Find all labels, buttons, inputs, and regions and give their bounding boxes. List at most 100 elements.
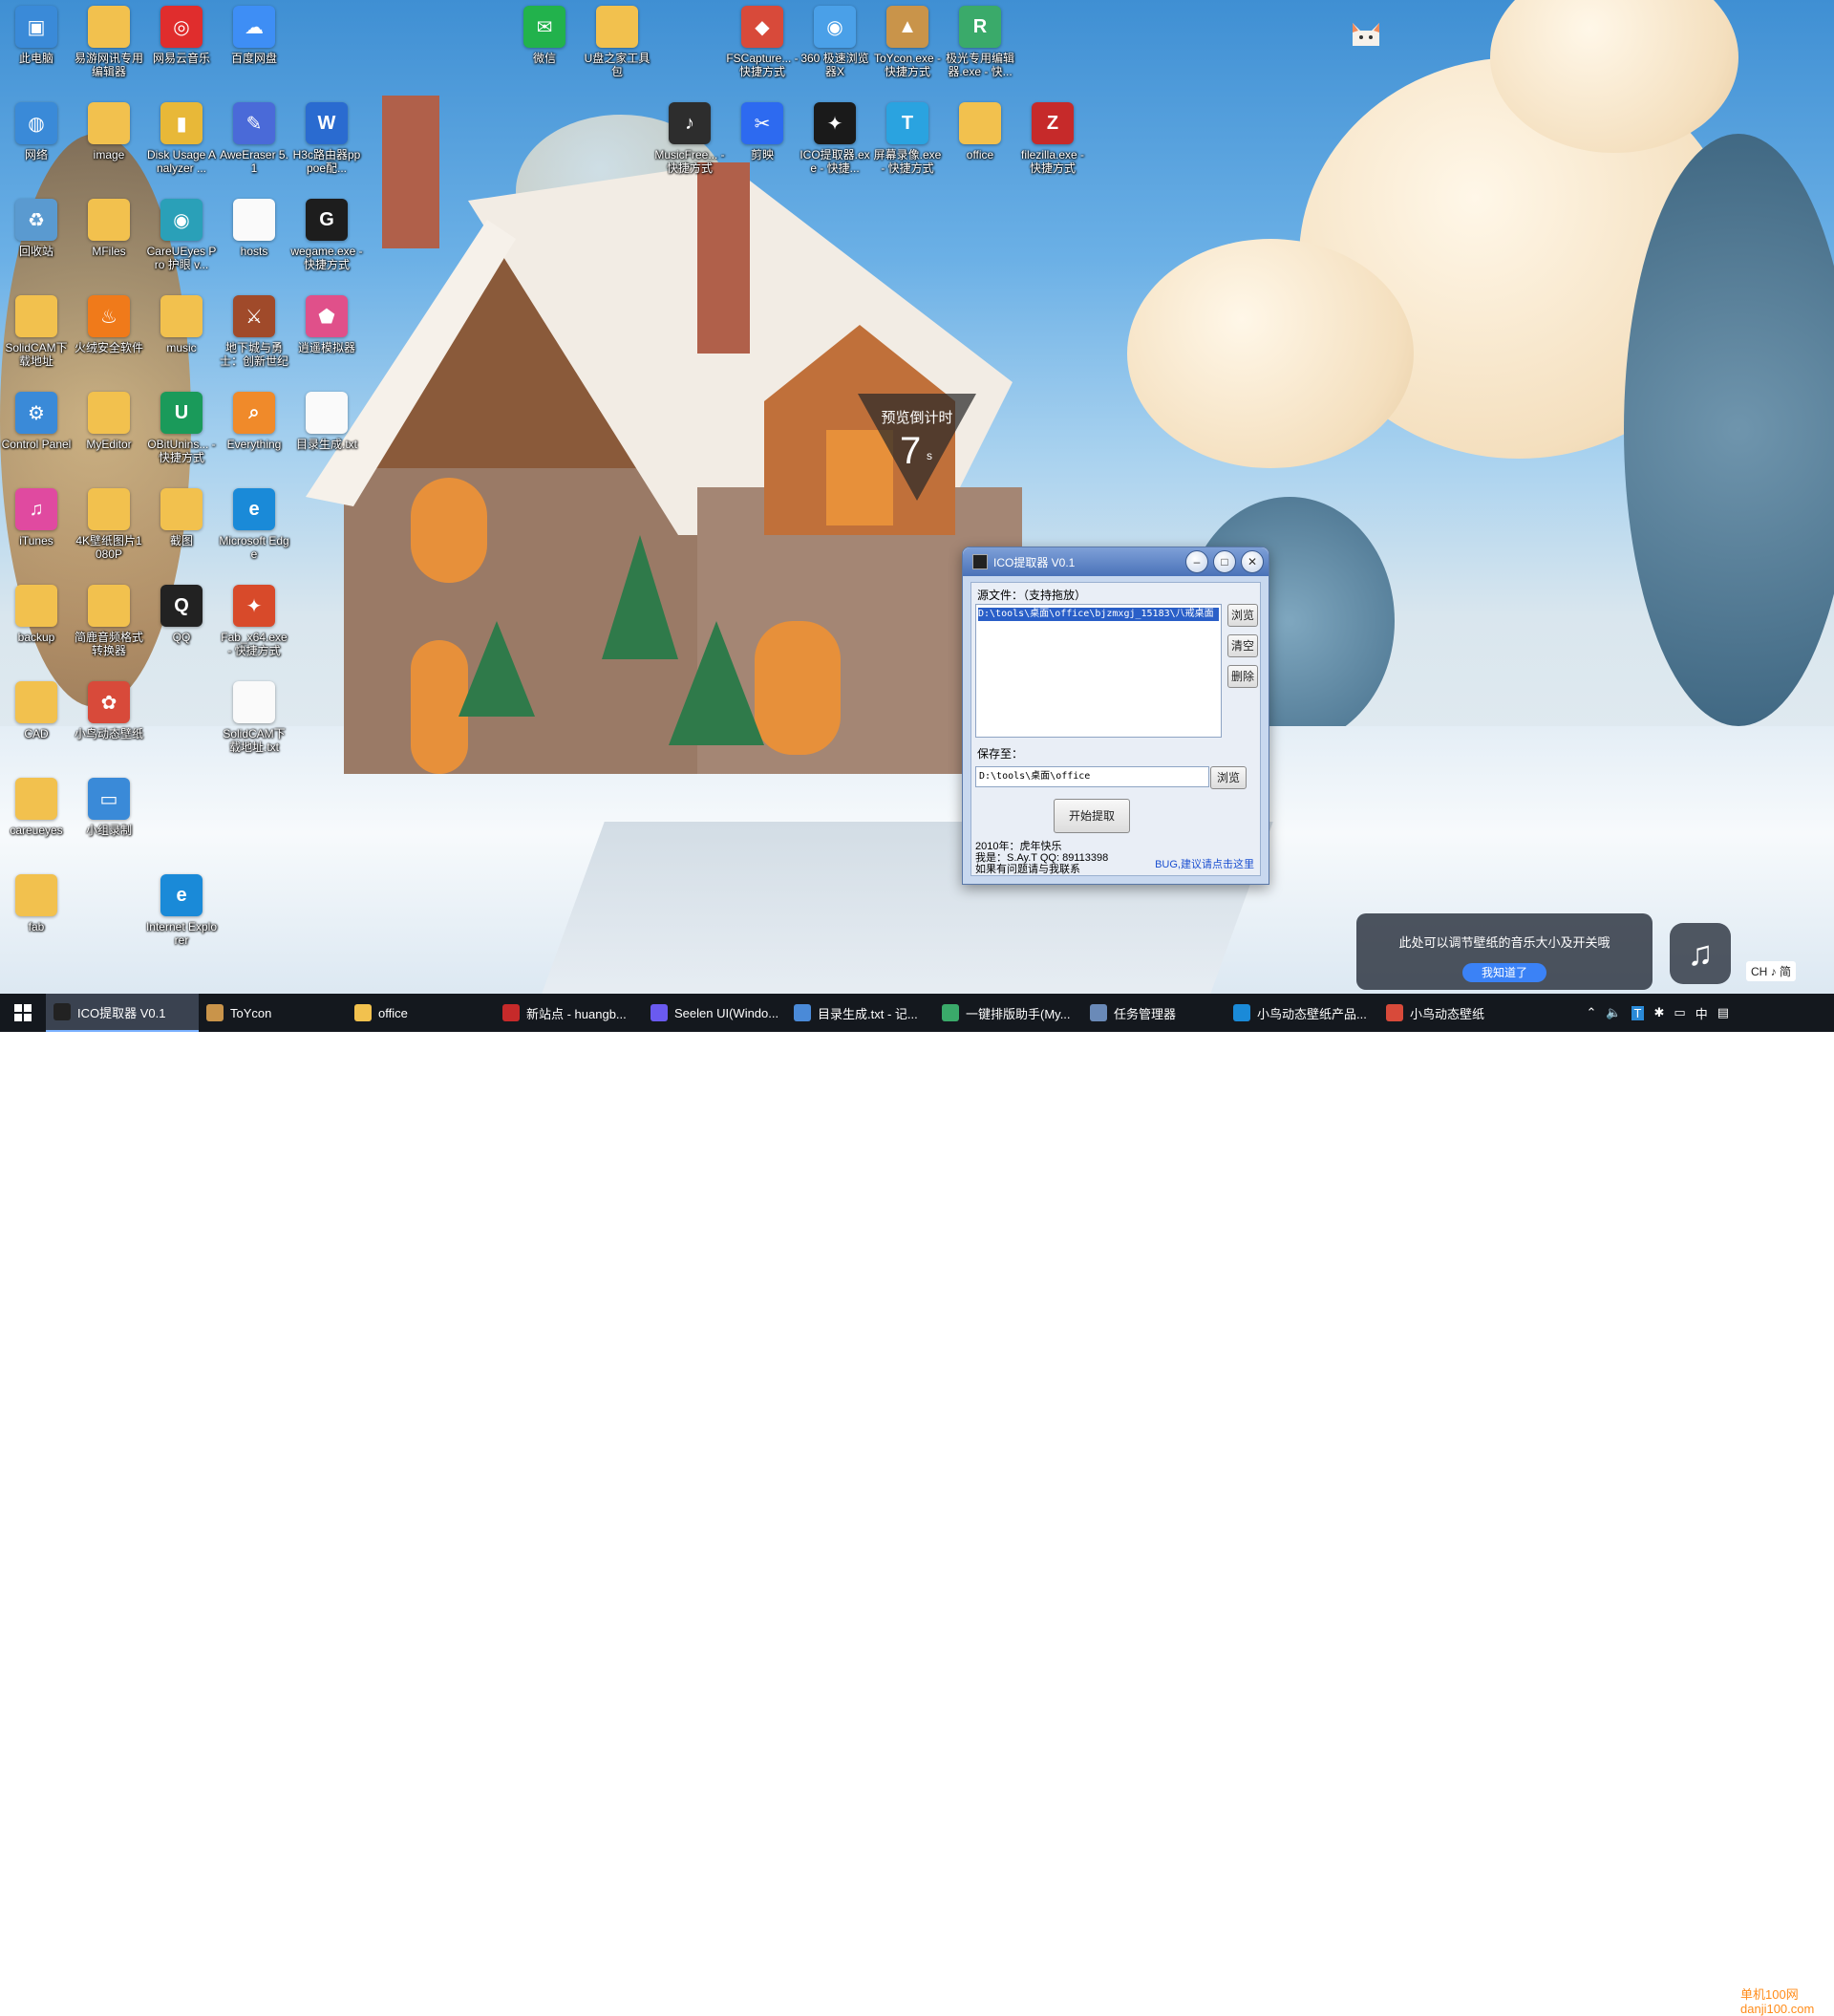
volume-icon[interactable]: 🔈	[1606, 1005, 1621, 1020]
taskbar-item[interactable]: 小鸟动态壁纸产品...	[1226, 994, 1378, 1032]
taskbar-app-icon	[942, 1004, 959, 1021]
taskbar-item[interactable]: 一键排版助手(My...	[934, 994, 1082, 1032]
desktop-icon[interactable]: ✿ 小鸟动态壁纸	[73, 681, 145, 740]
close-icon[interactable]: ✕	[1241, 550, 1264, 573]
desktop-icon[interactable]: MFiles	[73, 199, 145, 258]
desktop-icon[interactable]: 简鹿音频格式转换器	[73, 585, 145, 657]
delete-button[interactable]: 删除	[1227, 665, 1258, 688]
desktop-icon[interactable]: ◉ 360 极速浏览器X	[799, 6, 871, 78]
desktop-icon[interactable]: ✦ Fab_x64.exe - 快捷方式	[218, 585, 290, 657]
desktop-app-icon: Z	[1032, 102, 1074, 144]
desktop-icon[interactable]: MyEditor	[73, 392, 145, 451]
start-extract-button[interactable]: 开始提取	[1054, 799, 1130, 833]
desktop-icon[interactable]: 4K壁纸图片1080P	[73, 488, 145, 561]
desktop-icon[interactable]: R 极光专用编辑器.exe - 快...	[944, 6, 1016, 78]
desktop-app-icon	[15, 681, 57, 723]
taskbar-item[interactable]: 小鸟动态壁纸	[1378, 994, 1522, 1032]
desktop-icon[interactable]: image	[73, 102, 145, 161]
desktop-icon[interactable]: ◆ FSCapture... - 快捷方式	[726, 6, 799, 78]
desktop-icon[interactable]: e Microsoft Edge	[218, 488, 290, 561]
bluetooth-icon[interactable]: ✱	[1653, 1005, 1664, 1020]
desktop-icon[interactable]: U盘之家工具包	[581, 6, 653, 78]
desktop-icon[interactable]: SolidCAM下载地址	[0, 295, 73, 368]
cat-widget-icon[interactable]	[1349, 17, 1383, 52]
taskbar-app-icon	[53, 1003, 71, 1020]
desktop-icon[interactable]: ▣ 此电脑	[0, 6, 73, 65]
desktop-icon[interactable]: ◍ 网络	[0, 102, 73, 161]
desktop-app-icon	[88, 6, 130, 48]
source-file-list[interactable]: D:\tools\桌面\office\bjzmxgj_15183\八戒桌面	[975, 604, 1222, 738]
windows-start-icon[interactable]	[0, 994, 46, 1032]
taskbar-item-label: 一键排版助手(My...	[966, 1006, 1071, 1021]
desktop-icon[interactable]: office	[944, 102, 1016, 161]
desktop-icon[interactable]: music	[145, 295, 218, 354]
desktop-icon[interactable]: ✎ AweEraser 5.1	[218, 102, 290, 175]
desktop-icon[interactable]: ▮ Disk Usage Analyzer ...	[145, 102, 218, 175]
desktop-icon[interactable]: ⬟ 逍遥模拟器	[290, 295, 363, 354]
notification-icon[interactable]: ▤	[1717, 1005, 1729, 1020]
desktop-icon[interactable]: Gwegame.exe - 快捷方式	[290, 199, 363, 271]
desktop-app-icon	[15, 778, 57, 820]
music-note-icon[interactable]: ♫	[1670, 923, 1731, 984]
desktop-icon[interactable]: CAD	[0, 681, 73, 740]
desktop-icon[interactable]: backup	[0, 585, 73, 644]
taskbar-app-icon	[502, 1004, 520, 1021]
desktop-icon[interactable]: ◉ CareUEyes Pro 护眼 v...	[145, 199, 218, 271]
desktop-icon[interactable]: ♪ MusicFree... - 快捷方式	[653, 102, 726, 175]
desktop-icon[interactable]: SolidCAM下载地址.txt	[218, 681, 290, 754]
desktop-icon[interactable]: ▭ 小组录制	[73, 778, 145, 837]
desktop-icon[interactable]: ✉ 微信	[508, 6, 581, 65]
clear-button[interactable]: 清空	[1227, 634, 1258, 657]
desktop-icon[interactable]: hosts	[218, 199, 290, 258]
desktop-icon[interactable]: ✂ 剪映	[726, 102, 799, 161]
desktop-icon[interactable]: fab	[0, 874, 73, 933]
bug-report-link[interactable]: BUG,建议请点击这里	[1155, 856, 1254, 871]
taskbar-item[interactable]: 任务管理器	[1082, 994, 1226, 1032]
desktop-icon[interactable]: ▲ ToYcon.exe - 快捷方式	[871, 6, 944, 78]
desktop-icon[interactable]: ♻ 回收站	[0, 199, 73, 258]
desktop-icon[interactable]: Zfilezilla.exe - 快捷方式	[1016, 102, 1089, 175]
desktop-icon[interactable]: ✦ ICO提取器.exe - 快捷...	[799, 102, 871, 175]
desktop-icon[interactable]: 目录生成.txt	[290, 392, 363, 451]
desktop-icon[interactable]: e Internet Explorer	[145, 874, 218, 947]
desktop-icon[interactable]: careueyes	[0, 778, 73, 837]
taskbar-item[interactable]: Seelen UI(Windo...	[643, 994, 786, 1032]
desktop-icon[interactable]: ◎ 网易云音乐	[145, 6, 218, 65]
desktop-icon[interactable]: Q QQ	[145, 585, 218, 644]
taskbar-item[interactable]: 新站点 - huangb...	[495, 994, 643, 1032]
window-titlebar[interactable]: ICO提取器 V0.1 – □ ✕	[963, 547, 1269, 576]
desktop-icon[interactable]: ♨ 火绒安全软件	[73, 295, 145, 354]
taskbar: ICO提取器 V0.1 ToYcon office 新站点 - huangb... Se…	[0, 994, 1834, 2016]
desktop-icon[interactable]: T 屏幕录像.exe - 快捷方式	[871, 102, 944, 175]
browse-source-button[interactable]: 浏览	[1227, 604, 1258, 627]
desktop-icon[interactable]: ⚔ 地下城与勇士：创新世纪	[218, 295, 290, 368]
desktop-icon[interactable]: ♫ iTunes	[0, 488, 73, 547]
taskbar-item[interactable]: office	[347, 994, 495, 1032]
desktop-icon[interactable]: U OBitUnins... - 快捷方式	[145, 392, 218, 464]
desktop-icon[interactable]: ☁ 百度网盘	[218, 6, 290, 65]
taskbar-item[interactable]: ICO提取器 V0.1	[46, 994, 199, 1032]
tray-app-icon[interactable]: T	[1631, 1005, 1645, 1020]
browse-save-button[interactable]: 浏览	[1210, 766, 1247, 789]
desktop-icon[interactable]: ⌕ Everything	[218, 392, 290, 451]
source-file-item[interactable]: D:\tools\桌面\office\bjzmxgj_15183\八戒桌面	[978, 608, 1219, 621]
save-path-field[interactable]: D:\tools\桌面\office	[975, 766, 1209, 787]
desktop-icon[interactable]: W H3c路由器pppoe配...	[290, 102, 363, 175]
taskbar-item[interactable]: 目录生成.txt - 记...	[786, 994, 934, 1032]
desktop-app-icon: ♻	[15, 199, 57, 241]
minimize-icon[interactable]: –	[1185, 550, 1208, 573]
desktop-icon[interactable]: 截图	[145, 488, 218, 547]
desktop-app-icon: e	[160, 874, 203, 916]
wallpaper-tree	[1624, 134, 1834, 726]
desktop-icon-label: 4K壁纸图片1080P	[75, 534, 142, 561]
taskbar-item[interactable]: ToYcon	[199, 994, 347, 1032]
got-it-button[interactable]: 我知道了	[1462, 963, 1546, 982]
ime-indicator[interactable]: CH ♪ 简	[1746, 961, 1797, 981]
network-icon[interactable]: ▭	[1674, 1005, 1685, 1020]
desktop-icon[interactable]: ⚙ Control Panel	[0, 392, 73, 451]
info-line-1: 2010年：虎年快乐	[975, 841, 1062, 852]
chevron-up-icon[interactable]: ⌃	[1586, 1005, 1596, 1020]
maximize-icon[interactable]: □	[1213, 550, 1236, 573]
desktop-icon[interactable]: 易游网讯专用编辑器	[73, 6, 145, 78]
tray-lang[interactable]: 中	[1695, 1004, 1708, 1022]
